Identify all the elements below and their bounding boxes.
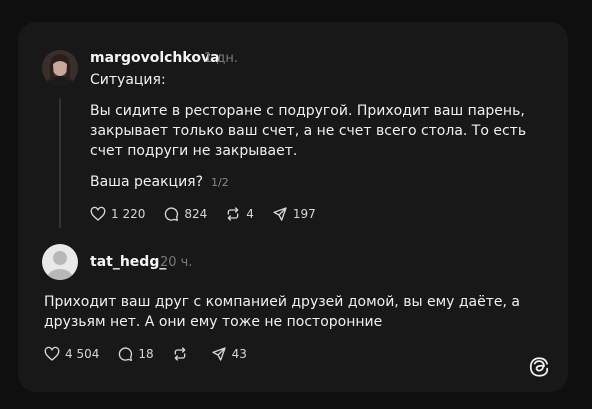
send-icon [273,207,287,221]
username[interactable]: margovolchkova [90,50,220,66]
username[interactable]: tat_hedg_ [90,254,166,270]
share-count: 197 [292,207,316,221]
post-body: Приходит ваш друг с компанией друзей дом… [44,294,520,330]
like-count: 4 504 [65,347,100,361]
avatar[interactable] [42,50,78,86]
post-actions: 1 220 824 4 197 [90,206,334,222]
repost-icon [227,207,239,221]
thread-line [59,98,61,228]
comment-icon [165,207,179,221]
heart-icon [90,206,106,221]
repost-button[interactable]: 4 [225,206,254,222]
like-button[interactable]: 4 504 [44,346,99,362]
timestamp: 20 ч. [160,255,193,270]
comment-icon [119,347,133,361]
repost-count: 4 [246,207,254,221]
post-question: Ваша реакция? 1/2 [90,172,229,193]
avatar[interactable] [42,244,78,280]
threads-logo-icon [528,356,550,378]
repost-button[interactable] [172,346,193,362]
threads-card: margovolchkova 1 дн. Ситуация: Вы сидите… [18,22,568,392]
share-button[interactable]: 43 [211,346,247,362]
like-count: 1 220 [111,207,146,221]
question-text: Ваша реакция? [90,174,204,190]
reply-button[interactable]: 824 [163,206,207,222]
post-actions: 4 504 18 43 [44,346,265,362]
heart-icon [44,346,60,361]
post-body: Вы сидите в ресторане с подругой. Приход… [90,103,527,159]
timestamp: 1 дн. [204,51,239,66]
post-intro: Ситуация: [90,72,166,88]
share-count: 43 [231,347,247,361]
repost-icon [174,347,185,361]
send-icon [211,347,226,361]
reply-button[interactable]: 18 [117,346,154,362]
reply-count: 824 [184,207,208,221]
carousel-pager: 1/2 [211,176,229,189]
share-button[interactable]: 197 [272,206,316,222]
like-button[interactable]: 1 220 [90,206,145,222]
reply-count: 18 [138,347,154,361]
